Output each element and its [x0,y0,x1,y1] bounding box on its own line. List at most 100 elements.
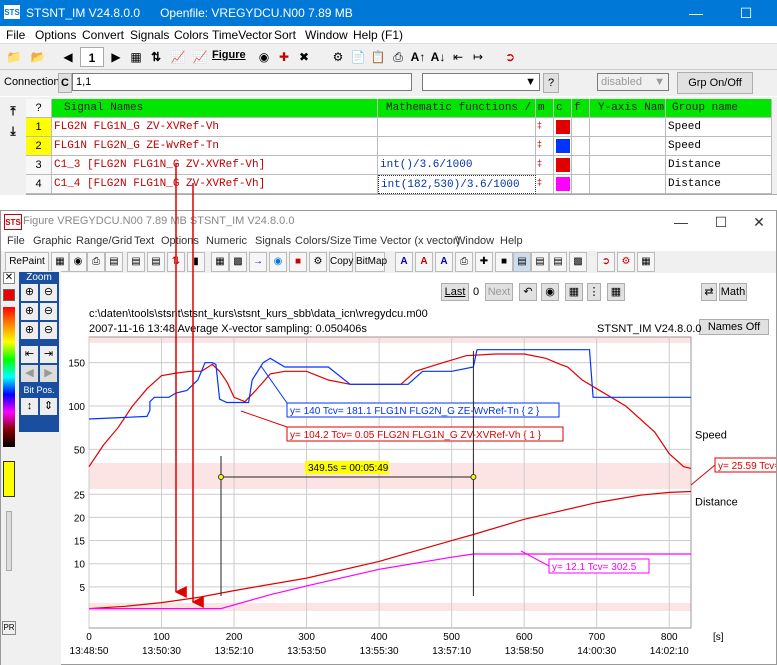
annotation-leader-3 [690,464,716,486]
menu-help[interactable]: Help (F1) [353,28,403,42]
arrow-right-icon[interactable]: ▶ [106,47,126,67]
math-function[interactable]: int()/3.6/1000 [378,156,536,175]
menu-colors[interactable]: Colors [174,28,209,42]
move-bottom-icon[interactable]: ⤓ [3,121,23,141]
figure-counter[interactable]: 1 [80,47,104,67]
math-function[interactable]: int(182,530)/3.6/1000 [378,175,536,194]
signal-name[interactable]: FLG2N FLG1N_G ZV-XVRef-Vh [52,118,378,137]
yaxis-cell[interactable] [590,118,666,137]
y-tick-label: 100 [68,402,85,413]
settings-icon[interactable]: ⚙ [328,47,348,67]
table-icon[interactable]: ▦ [126,47,146,67]
marker-icon[interactable]: ‡ [536,156,554,175]
color-cell[interactable] [554,137,572,156]
f-cell[interactable] [572,137,590,156]
figure-button[interactable]: Figure [212,49,246,61]
menu-options[interactable]: Options [35,28,76,42]
math-function[interactable] [378,137,536,156]
move-top-icon[interactable]: ⤒ [3,101,23,121]
f-cell[interactable] [572,156,590,175]
disabled-select[interactable]: disabled ▼ [597,73,669,91]
color-cell[interactable] [554,156,572,175]
group-name[interactable]: Distance [666,175,772,194]
row-number[interactable]: 2 [26,137,52,156]
signal-name[interactable]: FLG1N FLG2N_G ZE-WvRef-Tn [52,137,378,156]
plot-small-icon[interactable]: 📈 [168,47,188,67]
x-time-label: 13:52:10 [215,646,254,657]
connections-dropdown[interactable]: ▼ [422,73,540,91]
signal-name[interactable]: C1_4 [FLG2N FLG1N_G ZV-XVRef-Vh] [52,175,378,194]
x-tick-label: 0 [86,632,92,643]
exit-icon[interactable]: ➲ [500,47,520,67]
arrow-left-icon[interactable]: ◀ [58,47,78,67]
group-name[interactable]: Speed [666,137,772,156]
c-button[interactable]: C [58,73,72,93]
row-number[interactable]: 1 [26,118,52,137]
x-time-label: 13:58:50 [505,646,544,657]
sort-r-icon[interactable]: ⇅ [146,47,166,67]
figure-icon[interactable]: 📈 [190,47,210,67]
connections-input[interactable]: 1,1 [72,73,412,91]
menu-timevector[interactable]: TimeVector [212,28,272,42]
row-number[interactable]: 3 [26,156,52,175]
grp-onoff-button[interactable]: Grp On/Off [677,72,753,94]
new-file-icon[interactable]: 📁 [4,47,24,67]
annotation-series-2: y= 140 Tcv= 181.1 FLG1N FLG2N_G ZE-WvRef… [290,406,540,417]
menu-convert[interactable]: Convert [82,28,124,42]
header-f[interactable]: f [572,99,590,118]
x-time-label: 13:53:50 [287,646,326,657]
document-icon[interactable]: 📄 [348,47,368,67]
f-cell[interactable] [572,175,590,194]
math-function[interactable] [378,118,536,137]
marker-icon[interactable]: ‡ [536,175,554,194]
open-folder-icon[interactable]: 📂 [28,47,48,67]
yaxis-cell[interactable] [590,137,666,156]
row-number[interactable]: 4 [26,175,52,194]
header-c[interactable]: c [554,99,572,118]
align-left-icon[interactable]: ⇤ [448,47,468,67]
binoculars-icon[interactable]: ◉ [254,47,274,67]
font-smaller-icon[interactable]: A↓ [428,47,448,67]
color-cell[interactable] [554,118,572,137]
yaxis-cell[interactable] [590,175,666,194]
header-signal-names[interactable]: Signal Names [52,99,378,118]
series-line-3 [88,490,692,610]
main-toolbar: 📁 📂 ◀ 1 ▶ ▦ ⇅ 📈 📈 Figure ◉ ✚ ✖ ⚙ 📄 📋 ⎙ A… [0,44,777,70]
clipboard-icon[interactable]: 📋 [368,47,388,67]
f-cell[interactable] [572,118,590,137]
menu-window[interactable]: Window [305,28,348,42]
help-button[interactable]: ? [543,73,559,93]
font-larger-icon[interactable]: A↑ [408,47,428,67]
measure-end-left [218,474,225,480]
band [89,463,691,489]
marker-icon[interactable]: ‡ [536,137,554,156]
signal-chart[interactable]: 0 13:48:50 100 13:50:30 200 13:52:10 300 13:53:… [1,211,776,665]
x-unit-label: [s] [713,632,724,643]
table-sidebar: ⤒ ⤓ [0,97,26,195]
print-icon[interactable]: ⎙ [388,47,408,67]
maximize-icon[interactable]: ☐ [726,2,766,24]
group-name[interactable]: Speed [666,118,772,137]
menu-sort[interactable]: Sort [274,28,296,42]
minimize-icon[interactable]: — [676,2,716,24]
yaxis-cell[interactable] [590,156,666,175]
menu-file[interactable]: File [6,28,25,42]
header-m[interactable]: m [536,99,554,118]
main-titlebar: STS STSNT_IM V24.8.0.0 Openfile: VREGYDC… [0,0,777,26]
signal-name[interactable]: C1_3 [FLG2N FLG1N_G ZV-XVRef-Vh] [52,156,378,175]
color-swatch [556,158,570,172]
header-group[interactable]: Group name [666,99,772,118]
align-icon[interactable]: ↦ [468,47,488,67]
header-math[interactable]: Mathematic functions / [378,99,536,118]
header-yaxis[interactable]: Y-axis Nam [590,99,666,118]
remove-signal-icon[interactable]: ✖ [294,47,314,67]
y-tick-label: 5 [79,583,85,594]
marker-icon[interactable]: ‡ [536,118,554,137]
menu-signals[interactable]: Signals [130,28,169,42]
x-time-label: 13:57:10 [432,646,471,657]
app-title: STSNT_IM V24.8.0.0 Openfile: VREGYDCU.N0… [26,6,353,20]
add-signal-icon[interactable]: ✚ [274,47,294,67]
color-cell[interactable] [554,175,572,194]
group-name[interactable]: Distance [666,156,772,175]
x-tick-label: 500 [443,632,460,643]
